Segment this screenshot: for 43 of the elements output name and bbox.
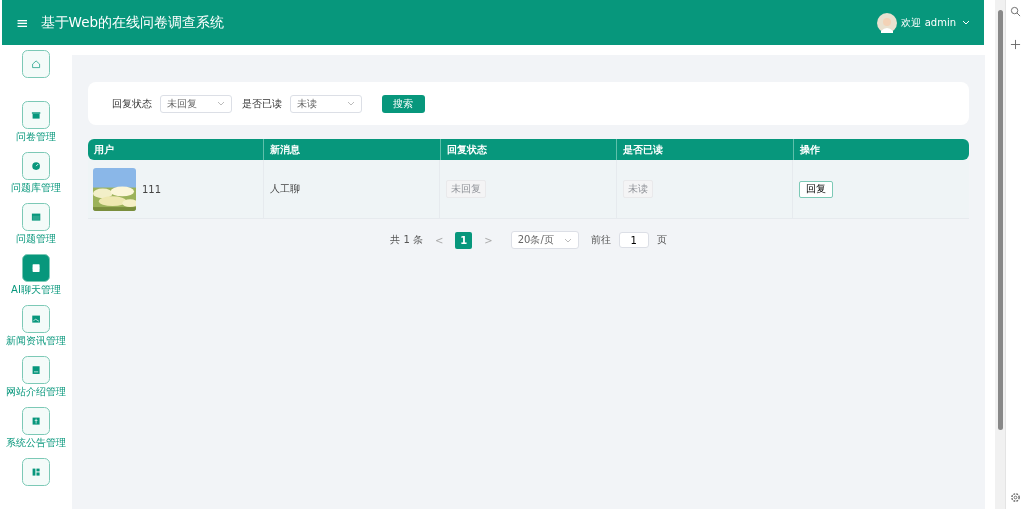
chevron-icon [563, 237, 572, 243]
status-tag: 未读 [622, 180, 653, 198]
select-field[interactable]: 未读 [289, 94, 362, 113]
app-title: 基于Web的在线问卷调查系统 [40, 13, 224, 32]
sidebar-item[interactable]: AI聊天管理 [11, 283, 61, 297]
select-field[interactable]: 未回复 [159, 94, 232, 113]
page-button[interactable]: 1 [455, 231, 473, 249]
user-menu[interactable]: 欢迎 admin [901, 15, 956, 30]
avatar-icon[interactable] [877, 12, 898, 33]
column-header: 用户 [92, 142, 115, 157]
total-count: 共 1 条 [390, 233, 423, 247]
sidebar-item[interactable]: 问题管理 [15, 232, 56, 246]
chevron-icon [346, 101, 355, 106]
sidebar-item[interactable]: 问卷管理 [15, 130, 56, 144]
prev-button[interactable]: < [430, 234, 448, 246]
sidebar-item[interactable]: 问题库管理 [10, 181, 61, 195]
sidebar-item[interactable]: 网站介绍管理 [5, 385, 66, 399]
reply-button[interactable]: 回复 [799, 180, 834, 198]
status-tag: 未回复 [446, 180, 487, 198]
page-unit: 页 [656, 233, 667, 247]
gauge-icon[interactable] [21, 152, 50, 180]
window-icon[interactable] [21, 203, 50, 231]
search-icon[interactable] [1009, 6, 1021, 17]
add-icon[interactable] [1009, 39, 1021, 50]
caret-icon[interactable] [962, 20, 970, 25]
page-size-select[interactable]: 20条/页 [510, 231, 579, 249]
settings-icon[interactable] [1009, 492, 1021, 503]
image-icon[interactable] [21, 305, 50, 333]
grid-icon[interactable] [21, 458, 50, 486]
home-icon[interactable] [21, 50, 50, 78]
sidebar-item[interactable]: 系统公告管理 [5, 436, 66, 450]
chevron-icon [216, 101, 225, 106]
filter-label: 回复状态 [111, 96, 152, 111]
goto-label: 前往 [590, 233, 611, 247]
table-cell: 111 [141, 183, 161, 195]
sidebar-item[interactable]: 新闻资讯管理 [5, 334, 66, 348]
filter-label: 是否已读 [241, 96, 282, 111]
page-input[interactable]: 1 [618, 232, 649, 248]
scrollbar[interactable] [997, 10, 1003, 430]
search-button[interactable]: 搜索 [381, 94, 425, 113]
menu-icon[interactable]: ≡ [16, 13, 29, 32]
next-button[interactable]: > [480, 234, 497, 246]
table-cell: 人工聊 [269, 182, 300, 196]
